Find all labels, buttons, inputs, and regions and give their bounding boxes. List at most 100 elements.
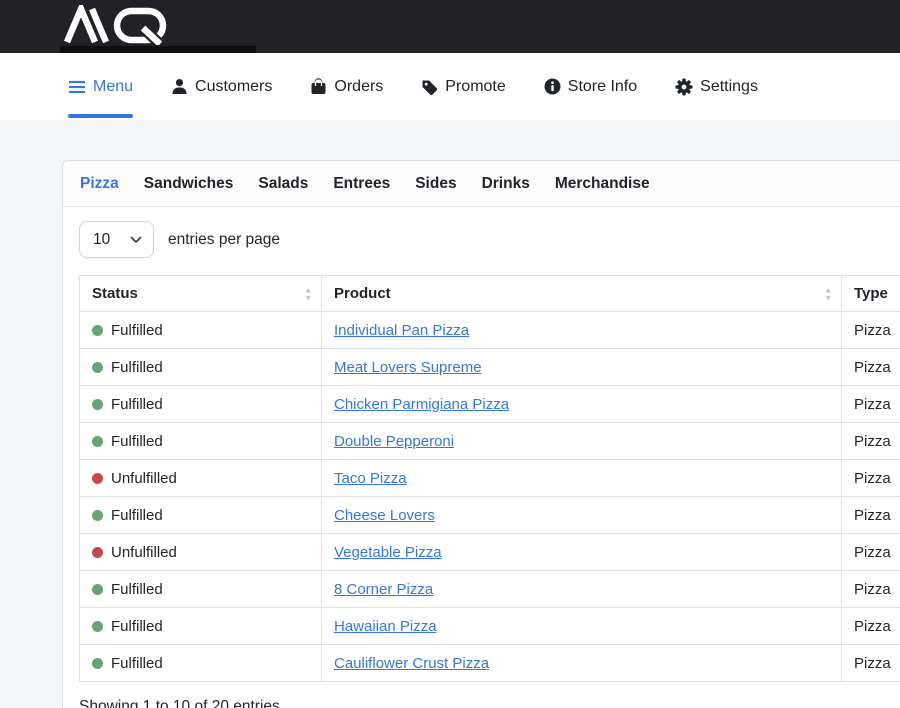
status-cell: Fulfilled — [92, 359, 309, 376]
nav-item-customers[interactable]: Customers — [171, 53, 272, 120]
type-cell: Pizza — [842, 571, 900, 608]
sort-icon — [305, 286, 312, 301]
status-cell: Fulfilled — [92, 433, 309, 450]
status-label: Fulfilled — [111, 581, 163, 598]
nav-item-label: Menu — [93, 78, 133, 96]
brand-logo[interactable] — [62, 5, 174, 45]
nav-item-label: Store Info — [568, 78, 637, 96]
tab-sides[interactable]: Sides — [415, 175, 456, 193]
column-header-type[interactable]: Type — [842, 276, 900, 312]
product-link[interactable]: 8 Corner Pizza — [334, 581, 433, 598]
entries-per-page-label: entries per page — [168, 231, 280, 249]
tab-merchandise[interactable]: Merchandise — [555, 175, 650, 193]
product-link[interactable]: Cauliflower Crust Pizza — [334, 655, 489, 672]
table-row: Fulfilled Cheese Lovers Pizza — [80, 497, 900, 534]
type-cell: Pizza — [842, 534, 900, 571]
status-cell: Fulfilled — [92, 322, 309, 339]
table-summary: Showing 1 to 10 of 20 entries — [79, 698, 900, 708]
status-label: Fulfilled — [111, 618, 163, 635]
table-row: Fulfilled 8 Corner Pizza Pizza — [80, 571, 900, 608]
nav-item-promote[interactable]: Promote — [421, 53, 505, 120]
type-cell: Pizza — [842, 312, 900, 349]
column-label: Status — [92, 285, 138, 302]
status-label: Fulfilled — [111, 322, 163, 339]
sort-icon — [825, 286, 832, 301]
status-cell: Fulfilled — [92, 618, 309, 635]
table-row: Unfulfilled Vegetable Pizza Pizza — [80, 534, 900, 571]
top-app-bar — [0, 0, 900, 53]
tab-drinks[interactable]: Drinks — [482, 175, 530, 193]
logo-underline-strip — [60, 46, 256, 53]
tag-icon — [421, 78, 438, 95]
table-row: Fulfilled Chicken Parmigiana Pizza Pizza — [80, 386, 900, 423]
status-label: Fulfilled — [111, 396, 163, 413]
nav-item-label: Orders — [334, 78, 383, 96]
tab-entrees[interactable]: Entrees — [333, 175, 390, 193]
status-dot — [92, 362, 103, 373]
tab-salads[interactable]: Salads — [258, 175, 308, 193]
table-row: Fulfilled Meat Lovers Supreme Pizza — [80, 349, 900, 386]
status-cell: Fulfilled — [92, 655, 309, 672]
category-tabs: Pizza Sandwiches Salads Entrees Sides Dr… — [63, 161, 900, 207]
status-dot — [92, 473, 103, 484]
type-cell: Pizza — [842, 497, 900, 534]
status-dot — [92, 658, 103, 669]
nav-item-label: Promote — [445, 78, 505, 96]
nav-item-orders[interactable]: Orders — [310, 53, 383, 120]
product-link[interactable]: Hawaiian Pizza — [334, 618, 437, 635]
products-table: Status Product Type Fulfi — [79, 275, 900, 682]
menu-card: Pizza Sandwiches Salads Entrees Sides Dr… — [62, 160, 900, 708]
status-cell: Unfulfilled — [92, 470, 309, 487]
type-cell: Pizza — [842, 645, 900, 682]
product-link[interactable]: Chicken Parmigiana Pizza — [334, 396, 509, 413]
status-cell: Fulfilled — [92, 581, 309, 598]
column-label: Product — [334, 285, 391, 302]
nav-item-settings[interactable]: Settings — [675, 53, 758, 120]
status-dot — [92, 399, 103, 410]
product-link[interactable]: Individual Pan Pizza — [334, 322, 469, 339]
status-cell: Fulfilled — [92, 396, 309, 413]
status-dot — [92, 547, 103, 558]
table-row: Fulfilled Hawaiian Pizza Pizza — [80, 608, 900, 645]
status-label: Fulfilled — [111, 507, 163, 524]
product-link[interactable]: Taco Pizza — [334, 470, 407, 487]
nav-item-store-info[interactable]: Store Info — [544, 53, 637, 120]
status-dot — [92, 510, 103, 521]
product-link[interactable]: Meat Lovers Supreme — [334, 359, 482, 376]
column-label: Type — [854, 285, 888, 302]
status-label: Unfulfilled — [111, 544, 177, 561]
product-link[interactable]: Cheese Lovers — [334, 507, 435, 524]
product-link[interactable]: Vegetable Pizza — [334, 544, 442, 561]
entries-per-page-select[interactable]: 10 — [79, 221, 154, 258]
tab-pizza[interactable]: Pizza — [80, 175, 119, 193]
status-dot — [92, 584, 103, 595]
tab-sandwiches[interactable]: Sandwiches — [144, 175, 234, 193]
column-header-product[interactable]: Product — [322, 276, 842, 312]
bag-icon — [310, 78, 327, 95]
status-label: Unfulfilled — [111, 470, 177, 487]
type-cell: Pizza — [842, 349, 900, 386]
main-navigation: Menu Customers Orders Promote — [0, 53, 900, 120]
info-icon — [544, 78, 561, 95]
person-icon — [171, 78, 188, 95]
status-cell: Fulfilled — [92, 507, 309, 524]
status-cell: Unfulfilled — [92, 544, 309, 561]
nav-item-menu[interactable]: Menu — [68, 53, 133, 120]
page-size-row: 10 entries per page — [79, 221, 900, 258]
type-cell: Pizza — [842, 423, 900, 460]
hamburger-icon — [68, 79, 86, 95]
product-link[interactable]: Double Pepperoni — [334, 433, 454, 450]
type-cell: Pizza — [842, 608, 900, 645]
column-header-status[interactable]: Status — [80, 276, 322, 312]
status-label: Fulfilled — [111, 359, 163, 376]
status-label: Fulfilled — [111, 655, 163, 672]
table-row: Fulfilled Double Pepperoni Pizza — [80, 423, 900, 460]
status-dot — [92, 325, 103, 336]
table-row: Fulfilled Cauliflower Crust Pizza Pizza — [80, 645, 900, 682]
nav-item-label: Customers — [195, 78, 272, 96]
nav-item-label: Settings — [700, 78, 758, 96]
gear-icon — [675, 78, 693, 96]
page-content: Pizza Sandwiches Salads Entrees Sides Dr… — [0, 120, 900, 708]
card-body: 10 entries per page Status — [63, 207, 900, 708]
type-cell: Pizza — [842, 460, 900, 497]
